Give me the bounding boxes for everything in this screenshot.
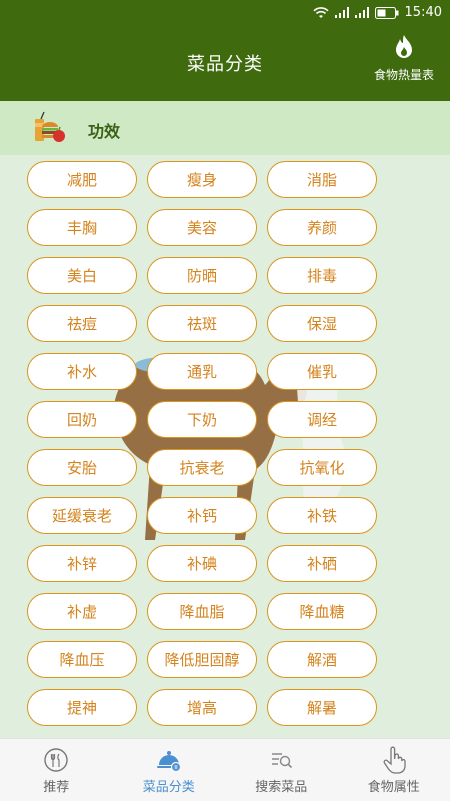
fork-knife-icon xyxy=(43,747,69,773)
tag-button[interactable]: 延缓衰老 xyxy=(27,497,137,534)
tag-button[interactable]: 抗氧化 xyxy=(267,449,377,486)
wifi-icon xyxy=(313,7,329,19)
tag-button[interactable]: 补碘 xyxy=(147,545,257,582)
tab-search-dish-label: 搜索菜品 xyxy=(255,776,307,795)
tab-dish-category-label: 菜品分类 xyxy=(143,776,195,795)
tag-button[interactable]: 减肥 xyxy=(27,161,137,198)
tag-button[interactable]: 解暑 xyxy=(267,689,377,726)
status-time: 15:40 xyxy=(405,5,442,20)
tag-button[interactable]: 祛斑 xyxy=(147,305,257,342)
drink-burger-apple-icon xyxy=(32,111,66,145)
status-icons: 15:40 xyxy=(313,5,442,20)
tag-button[interactable]: 回奶 xyxy=(27,401,137,438)
tag-button[interactable]: 抗衰老 xyxy=(147,449,257,486)
battery-icon xyxy=(375,7,399,19)
tag-button[interactable]: 防晒 xyxy=(147,257,257,294)
tag-button[interactable]: 下奶 xyxy=(147,401,257,438)
tag-button[interactable]: 养颜 xyxy=(267,209,377,246)
tag-button[interactable]: 安胎 xyxy=(27,449,137,486)
tag-button[interactable]: 消脂 xyxy=(267,161,377,198)
tag-button[interactable]: 降低胆固醇 xyxy=(147,641,257,678)
search-list-icon xyxy=(268,747,294,773)
tag-button[interactable]: 补钙 xyxy=(147,497,257,534)
tag-button[interactable]: 美白 xyxy=(27,257,137,294)
tag-button[interactable]: 排毒 xyxy=(267,257,377,294)
calorie-table-button[interactable]: 食物热量表 xyxy=(364,34,444,94)
tag-button[interactable]: 解酒 xyxy=(267,641,377,678)
dish-cloche-icon xyxy=(155,747,183,773)
tag-button[interactable]: 降血脂 xyxy=(147,593,257,630)
tag-button[interactable]: 补水 xyxy=(27,353,137,390)
status-bar: 15:40 xyxy=(0,0,450,26)
efficacy-tag-grid: 减肥 瘦身 消脂 丰胸 美容 养颜 美白 防晒 排毒 祛痘 祛斑 保湿 补水 通… xyxy=(27,161,379,726)
tag-button[interactable]: 美容 xyxy=(147,209,257,246)
tab-recommend-label: 推荐 xyxy=(43,776,69,795)
signal-icon-2 xyxy=(355,7,369,18)
tag-button[interactable]: 提神 xyxy=(27,689,137,726)
tab-search-dish[interactable]: 搜索菜品 xyxy=(225,739,338,801)
tag-button[interactable]: 丰胸 xyxy=(27,209,137,246)
section-title: 功效 xyxy=(88,118,120,142)
tab-food-attributes-label: 食物属性 xyxy=(368,776,420,795)
header: 菜品分类 食物热量表 xyxy=(0,26,450,101)
tag-button[interactable]: 催乳 xyxy=(267,353,377,390)
tab-dish-category[interactable]: 菜品分类 xyxy=(113,739,226,801)
tag-button[interactable]: 补硒 xyxy=(267,545,377,582)
tag-button[interactable]: 瘦身 xyxy=(147,161,257,198)
tag-button[interactable]: 增高 xyxy=(147,689,257,726)
tab-food-attributes[interactable]: 食物属性 xyxy=(338,739,450,801)
hand-pointer-icon xyxy=(381,747,407,773)
bottom-tab-bar: 推荐 菜品分类 搜索菜品 食物属性 xyxy=(0,738,450,801)
tag-button[interactable]: 调经 xyxy=(267,401,377,438)
signal-icon xyxy=(335,7,349,18)
tag-button[interactable]: 降血糖 xyxy=(267,593,377,630)
section-header: 功效 xyxy=(0,101,450,155)
flame-icon xyxy=(393,34,415,60)
tag-button[interactable]: 保湿 xyxy=(267,305,377,342)
tag-content-area[interactable]: 减肥 瘦身 消脂 丰胸 美容 养颜 美白 防晒 排毒 祛痘 祛斑 保湿 补水 通… xyxy=(0,155,450,738)
tag-button[interactable]: 补锌 xyxy=(27,545,137,582)
tag-button[interactable]: 祛痘 xyxy=(27,305,137,342)
tag-button[interactable]: 降血压 xyxy=(27,641,137,678)
tag-button[interactable]: 通乳 xyxy=(147,353,257,390)
calorie-table-label: 食物热量表 xyxy=(364,66,444,83)
tab-recommend[interactable]: 推荐 xyxy=(0,739,113,801)
tag-button[interactable]: 补铁 xyxy=(267,497,377,534)
tag-button[interactable]: 补虚 xyxy=(27,593,137,630)
